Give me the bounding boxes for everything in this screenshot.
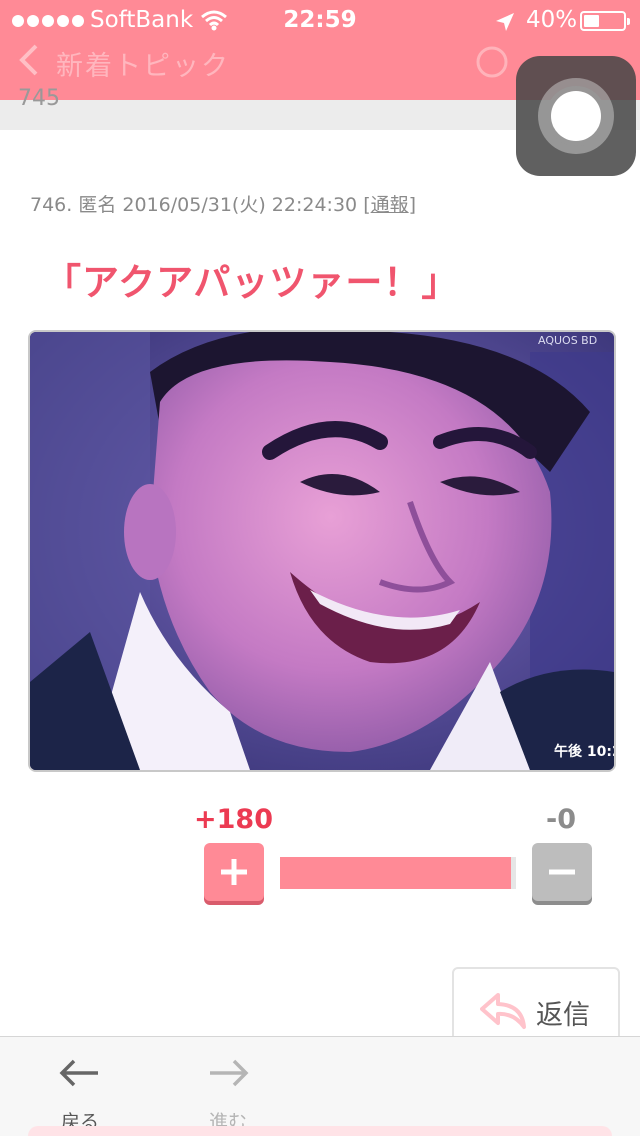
photo-illustration: AQUOS BD 午後 10:2 bbox=[30, 332, 614, 770]
bottom-toolbar: 戻る 進む bbox=[0, 1036, 640, 1136]
arrow-left-icon bbox=[59, 1059, 98, 1087]
battery-percent: 40% bbox=[526, 7, 578, 33]
previous-comment-number: 745 bbox=[18, 86, 60, 111]
comment-datetime: 2016/05/31(火) 22:24:30 bbox=[122, 194, 358, 216]
nav-title[interactable]: 新着トピック bbox=[56, 44, 230, 83]
minus-vote-count: -0 bbox=[546, 804, 576, 835]
assistive-touch-icon[interactable] bbox=[516, 56, 636, 176]
minus-vote-button[interactable] bbox=[532, 843, 592, 901]
plus-vote-button[interactable] bbox=[204, 843, 264, 901]
vote-ratio-fill bbox=[280, 857, 512, 889]
toolbar-peek bbox=[28, 1126, 612, 1136]
arrow-right-icon bbox=[210, 1059, 249, 1087]
plus-icon bbox=[221, 859, 247, 885]
toolbar-forward-button[interactable]: 進む bbox=[188, 1051, 268, 1133]
reply-arrow-icon bbox=[480, 993, 526, 1029]
report-bracket-close: ] bbox=[408, 194, 417, 216]
chevron-left-icon[interactable] bbox=[14, 40, 44, 80]
comment-meta: 746. 匿名 2016/05/31(火) 22:24:30 [通報] bbox=[30, 190, 416, 217]
image-overlay-bottom: 午後 10:2 bbox=[554, 743, 614, 760]
nav-action-icon[interactable] bbox=[470, 40, 514, 84]
comment-number: 746. bbox=[30, 194, 73, 216]
reply-label: 返信 bbox=[536, 1000, 590, 1031]
status-bar: SoftBank 22:59 40% bbox=[0, 0, 640, 40]
battery-icon bbox=[580, 11, 630, 31]
vote-ratio-bar bbox=[280, 857, 516, 889]
minus-icon bbox=[549, 869, 575, 875]
comment-body: 「アクアパッツァー！」 bbox=[44, 261, 460, 304]
report-bracket-open: [ bbox=[363, 194, 371, 216]
location-arrow-icon bbox=[496, 13, 514, 31]
comment-author: 匿名 bbox=[78, 194, 117, 216]
plus-vote-count: +180 bbox=[194, 804, 273, 835]
report-link[interactable]: 通報 bbox=[371, 194, 409, 216]
comment-image[interactable]: AQUOS BD 午後 10:2 bbox=[28, 330, 616, 772]
image-overlay-top: AQUOS BD bbox=[538, 334, 597, 347]
battery-level bbox=[584, 15, 599, 27]
toolbar-back-button[interactable]: 戻る bbox=[40, 1051, 120, 1133]
